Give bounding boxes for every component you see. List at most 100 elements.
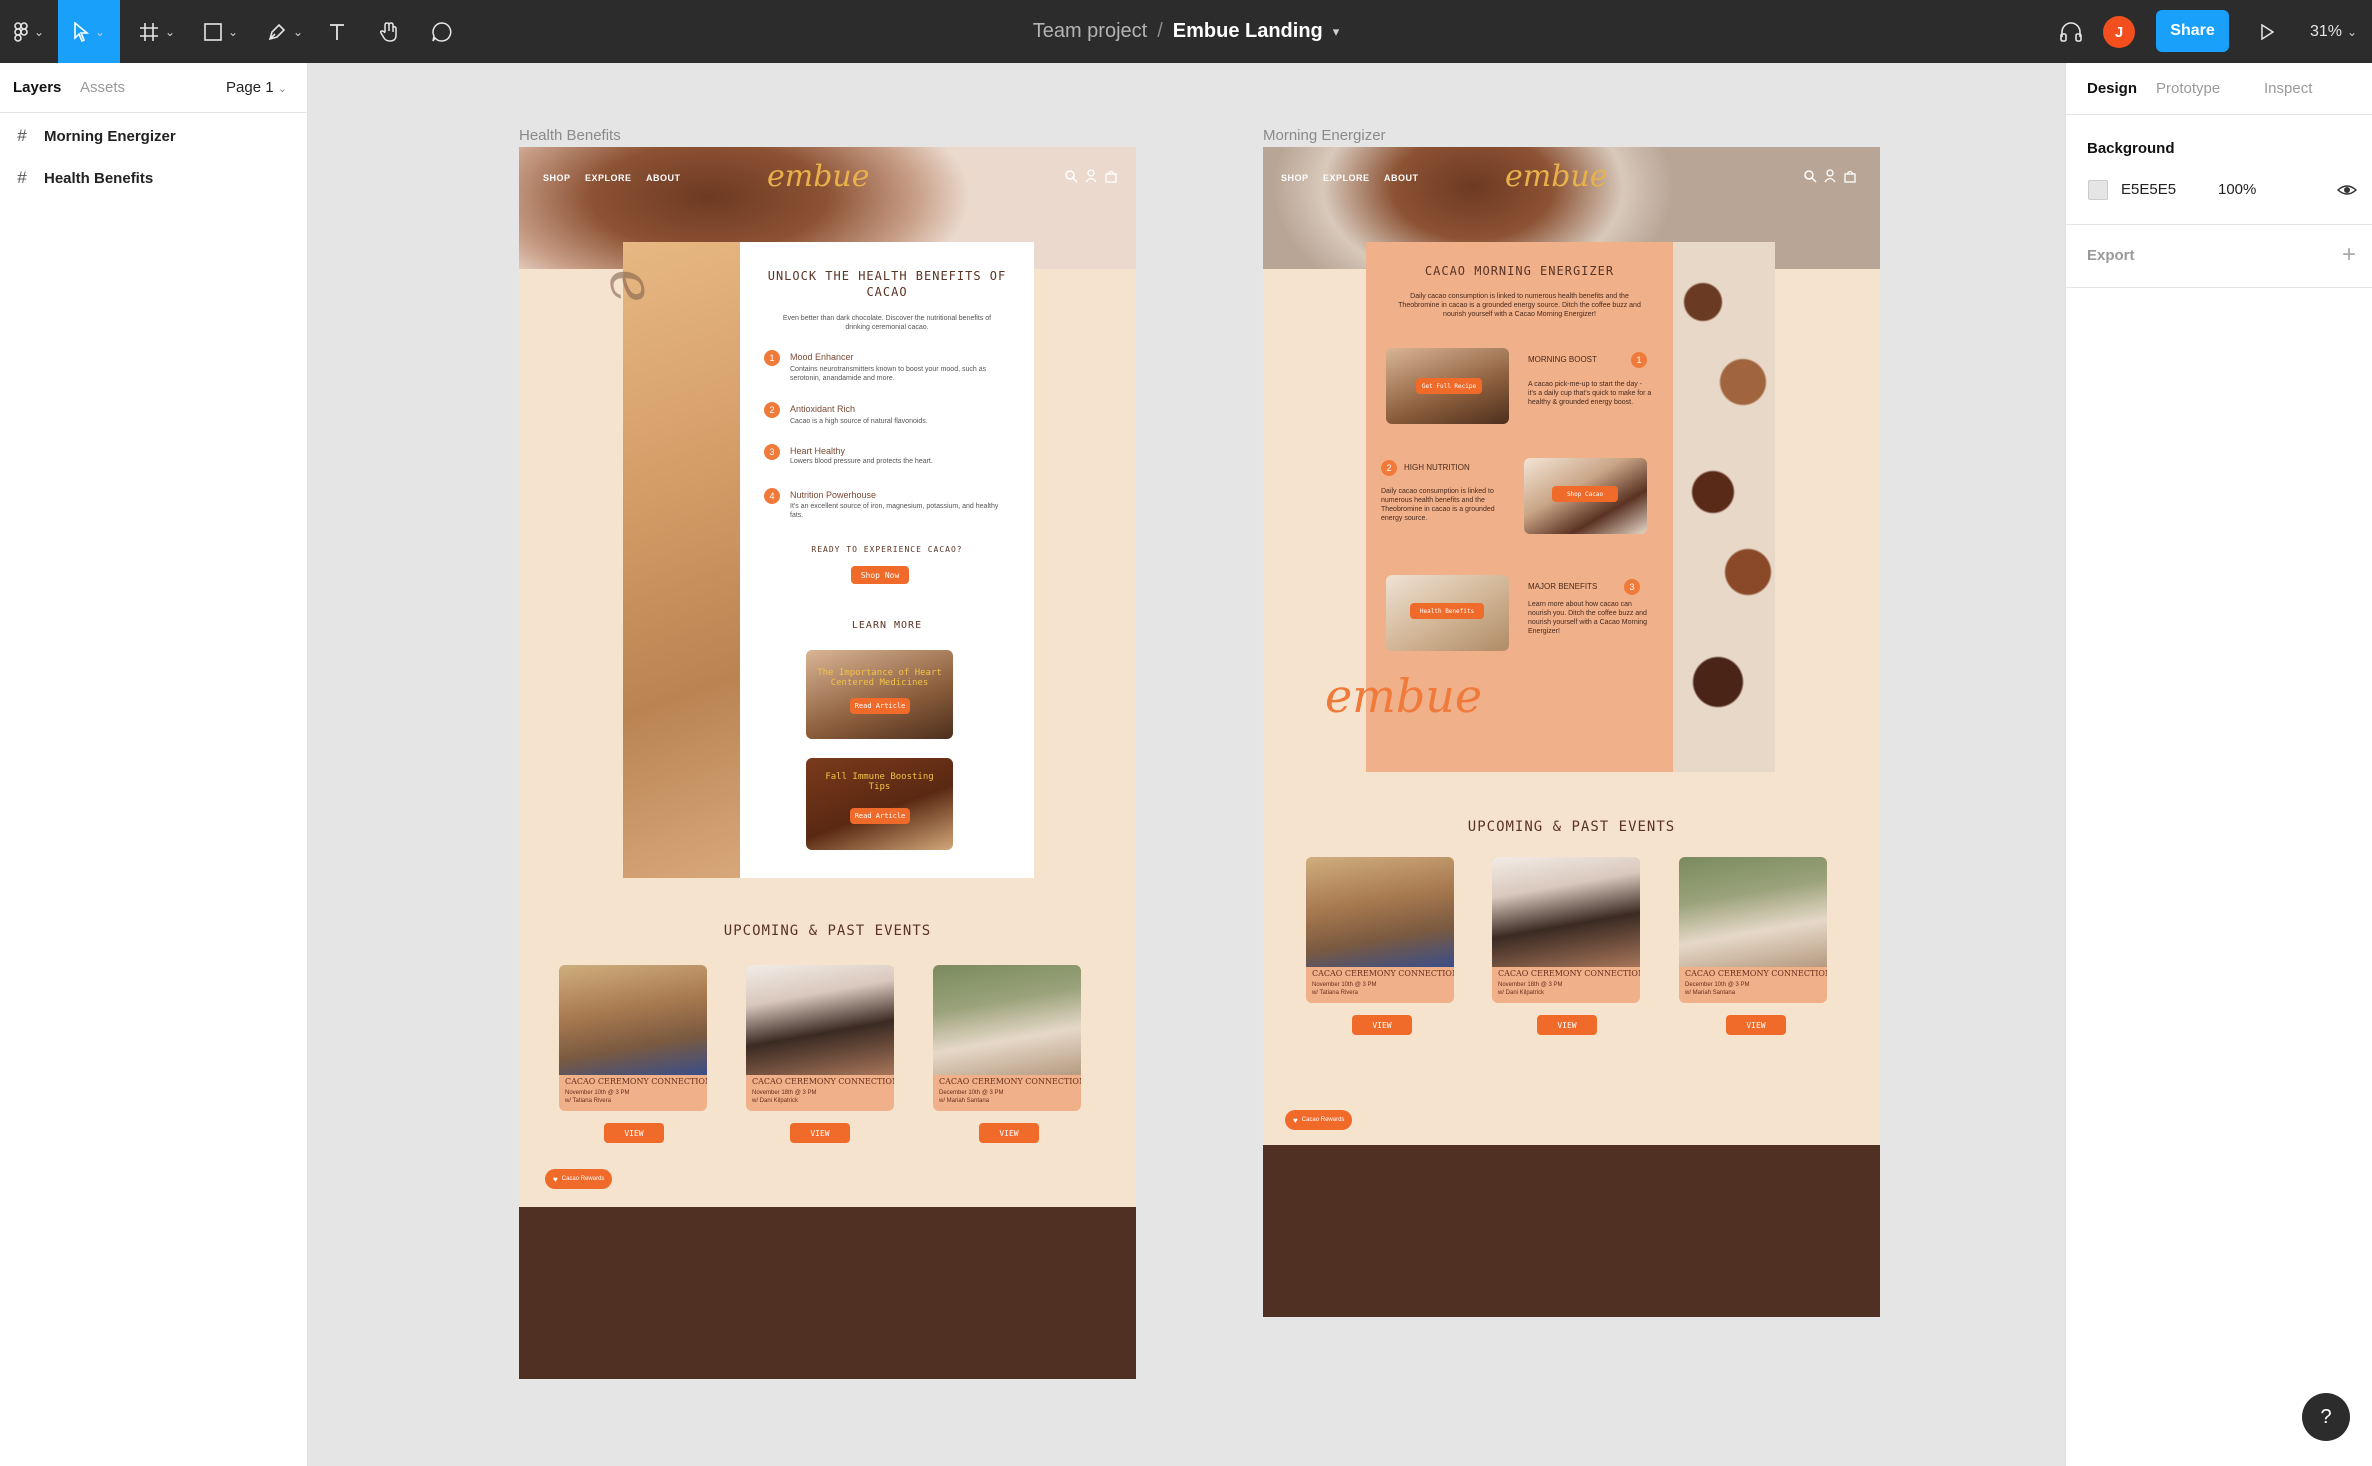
section-title: HIGH NUTRITION — [1404, 463, 1470, 472]
morning-intro: Daily cacao consumption is linked to num… — [1398, 293, 1641, 318]
event-card[interactable]: CACAO CEREMONY CONNECTION November 10th … — [559, 965, 707, 1111]
project-name[interactable]: Team project — [1033, 20, 1148, 43]
section-text: A cacao pick-me-up to start the day - it… — [1528, 381, 1652, 406]
hand-icon — [379, 21, 397, 42]
chevron-down-icon: ⌄ — [292, 24, 304, 39]
event-card[interactable]: CACAO CEREMONY CONNECTION December 10th … — [933, 965, 1081, 1111]
event-date: November 10th @ 3 PM w/ Tatiana Rivera — [565, 1089, 629, 1105]
background-color-swatch[interactable] — [2088, 180, 2108, 200]
layer-health-benefits[interactable]: # Health Benefits — [0, 159, 308, 197]
page-footer — [1263, 1145, 1880, 1317]
event-card[interactable]: CACAO CEREMONY CONNECTION November 18th … — [746, 965, 894, 1111]
frame-tool-button[interactable]: ⌄ — [130, 0, 184, 63]
frame-label-health-benefits[interactable]: Health Benefits — [519, 127, 621, 144]
rewards-pill[interactable]: ♥ Cacao Rewards — [545, 1169, 613, 1189]
frame-morning-energizer[interactable]: SHOP EXPLORE ABOUT embue CACAO MORNING E… — [1263, 147, 1880, 1317]
benefit-number: 4 — [764, 488, 780, 504]
get-full-recipe-button[interactable]: Get Full Recipe — [1416, 378, 1482, 394]
embue-logo[interactable]: embue — [767, 159, 869, 194]
event-card[interactable]: CACAO CEREMONY CONNECTION November 18th … — [1492, 857, 1640, 1003]
share-button[interactable]: Share — [2156, 10, 2229, 52]
tab-layers[interactable]: Layers — [13, 79, 61, 96]
headphones-icon — [2060, 21, 2082, 42]
benefit-title: Heart Healthy — [790, 446, 846, 456]
help-button[interactable]: ? — [2302, 1393, 2350, 1441]
search-icon[interactable] — [1064, 169, 1078, 183]
shape-tool-button[interactable]: ⌄ — [194, 0, 248, 63]
user-avatar[interactable]: J — [2103, 16, 2135, 48]
nav-shop[interactable]: SHOP — [1281, 173, 1309, 183]
embue-watermark: e — [594, 262, 670, 310]
move-tool-button[interactable]: ⌄ — [58, 0, 120, 63]
frame-hash-icon: # — [17, 126, 27, 145]
article-title: Fall Immune Boosting Tips — [825, 772, 934, 792]
background-section-title: Background — [2087, 140, 2175, 157]
cart-icon[interactable] — [1843, 169, 1857, 183]
benefit-number: 1 — [764, 350, 780, 366]
read-article-button[interactable]: Read Article — [850, 698, 910, 714]
event-date: November 10th @ 3 PM w/ Tatiana Rivera — [1312, 981, 1376, 997]
eye-icon[interactable] — [2337, 180, 2357, 200]
tab-prototype[interactable]: Prototype — [2156, 80, 2220, 97]
event-date-text: November 10th @ 3 PM — [1312, 982, 1377, 988]
heart-icon: ♥ — [1293, 1115, 1298, 1125]
rewards-pill[interactable]: ♥ Cacao Rewards — [1285, 1110, 1353, 1130]
event-card[interactable]: CACAO CEREMONY CONNECTION November 10th … — [1306, 857, 1454, 1003]
nav-explore[interactable]: EXPLORE — [1323, 173, 1370, 183]
present-button[interactable] — [2254, 0, 2280, 63]
view-event-button[interactable]: VIEW — [790, 1123, 850, 1143]
embue-logo[interactable]: embue — [1505, 159, 1607, 194]
read-article-button[interactable]: Read Article — [850, 808, 910, 824]
section-number: 3 — [1624, 579, 1640, 595]
health-benefits-button[interactable]: Health Benefits — [1410, 603, 1484, 619]
section-divider — [2066, 224, 2372, 225]
page-selector[interactable]: Page 1 ⌄ — [226, 79, 287, 96]
shop-now-button[interactable]: Shop Now — [851, 566, 909, 584]
hand-tool-button[interactable] — [372, 0, 406, 63]
view-event-button[interactable]: VIEW — [604, 1123, 664, 1143]
account-icon[interactable] — [1823, 169, 1837, 183]
background-opacity-input[interactable]: 100% — [2218, 181, 2256, 198]
zoom-label: 31% — [2310, 22, 2343, 40]
event-name: CACAO CEREMONY CONNECTION — [1312, 969, 1454, 978]
chevron-down-icon: ⌄ — [2347, 24, 2358, 39]
shop-cacao-button[interactable]: Shop Cacao — [1552, 486, 1618, 502]
event-host: w/ Tatiana Rivera — [1312, 990, 1358, 996]
tab-design[interactable]: Design — [2087, 80, 2137, 97]
text-tool-button[interactable] — [320, 0, 354, 63]
view-event-button[interactable]: VIEW — [979, 1123, 1039, 1143]
frame-health-benefits[interactable]: SHOP EXPLORE ABOUT embue e UNLOCK THE HE… — [519, 147, 1136, 1379]
file-name[interactable]: Embue Landing — [1173, 20, 1323, 43]
main-menu-button[interactable]: ⌄ — [0, 0, 58, 63]
article-card[interactable]: Fall Immune Boosting Tips Read Article — [806, 758, 953, 850]
layer-morning-energizer[interactable]: # Morning Energizer — [0, 117, 308, 155]
nav-about[interactable]: ABOUT — [646, 173, 681, 183]
view-event-button[interactable]: VIEW — [1726, 1015, 1786, 1035]
search-icon[interactable] — [1803, 169, 1817, 183]
view-event-button[interactable]: VIEW — [1352, 1015, 1412, 1035]
pen-tool-button[interactable]: ⌄ — [258, 0, 312, 63]
chevron-down-icon[interactable]: ▾ — [1333, 24, 1340, 40]
nav-shop[interactable]: SHOP — [543, 173, 571, 183]
tab-inspect[interactable]: Inspect — [2264, 80, 2312, 97]
section-divider — [2066, 287, 2372, 288]
view-event-button[interactable]: VIEW — [1537, 1015, 1597, 1035]
play-icon — [2261, 23, 2274, 40]
nav-explore[interactable]: EXPLORE — [585, 173, 632, 183]
event-name: CACAO CEREMONY CONNECTION — [565, 1077, 707, 1086]
frame-label-morning-energizer[interactable]: Morning Energizer — [1263, 127, 1386, 144]
benefit-number: 2 — [764, 402, 780, 418]
add-export-icon[interactable]: + — [2342, 241, 2356, 269]
figma-logo-icon — [14, 21, 28, 42]
account-icon[interactable] — [1084, 169, 1098, 183]
event-date-text: December 10th @ 3 PM — [1685, 982, 1750, 988]
comment-tool-button[interactable] — [424, 0, 460, 63]
audio-button[interactable] — [2056, 0, 2086, 63]
zoom-selector[interactable]: 31% ⌄ — [2310, 0, 2357, 63]
tab-assets[interactable]: Assets — [80, 79, 125, 96]
background-hex-input[interactable]: E5E5E5 — [2121, 181, 2176, 198]
event-card[interactable]: CACAO CEREMONY CONNECTION December 10th … — [1679, 857, 1827, 1003]
nav-about[interactable]: ABOUT — [1384, 173, 1419, 183]
article-card[interactable]: The Importance of Heart Centered Medicin… — [806, 650, 953, 739]
cart-icon[interactable] — [1104, 169, 1118, 183]
